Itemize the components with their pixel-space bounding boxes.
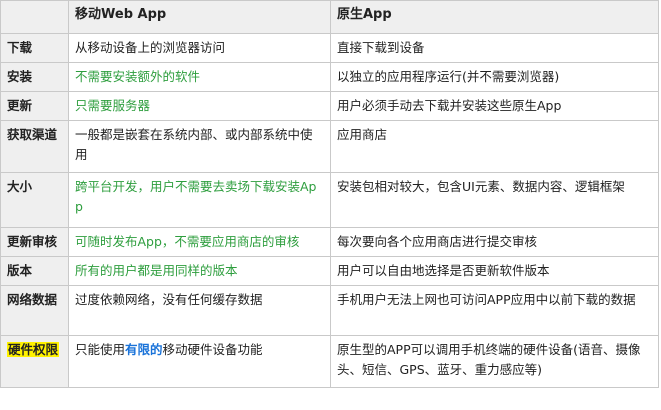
table-row: 更新审核 可随时发布App，不需要应用商店的审核 每次要向各个应用商店进行提交审… [0,227,659,257]
native-cell: 用户必须手动去下载并安装这些原生App [330,91,659,121]
native-cell: 手机用户无法上网也可访问APP应用中以前下载的数据 [330,285,659,336]
web-cell: 不需要安装额外的软件 [68,62,331,92]
row-label: 下载 [0,33,69,63]
web-cell: 只能使用有限的移动硬件设备功能 [68,335,331,388]
web-text-emphasis: 有限的 [125,342,163,357]
table-row: 更新 只需要服务器 用户必须手动去下载并安装这些原生App [0,91,659,121]
native-cell: 安装包相对较大，包含UI元素、数据内容、逻辑框架 [330,172,659,228]
row-label: 硬件权限 [0,335,69,388]
table-row: 大小 跨平台开发，用户不需要去卖场下载安装App 安装包相对较大，包含UI元素、… [0,172,659,228]
header-web-app: 移动Web App [68,0,331,34]
highlighted-row-label: 硬件权限 [7,342,60,357]
table-row: 获取渠道 一般都是嵌套在系统内部、或内部系统中使用 应用商店 [0,120,659,173]
table-row: 网络数据 过度依赖网络，没有任何缓存数据 手机用户无法上网也可访问APP应用中以… [0,285,659,336]
web-cell: 可随时发布App，不需要应用商店的审核 [68,227,331,257]
native-cell: 应用商店 [330,120,659,173]
web-cell: 跨平台开发，用户不需要去卖场下载安装App [68,172,331,228]
table-row: 下载 从移动设备上的浏览器访问 直接下载到设备 [0,33,659,63]
table-row: 硬件权限 只能使用有限的移动硬件设备功能 原生型的APP可以调用手机终端的硬件设… [0,335,659,388]
row-label: 大小 [0,172,69,228]
native-cell: 用户可以自由地选择是否更新软件版本 [330,256,659,286]
row-label: 网络数据 [0,285,69,336]
table-row: 安装 不需要安装额外的软件 以独立的应用程序运行(并不需要浏览器) [0,62,659,92]
row-label: 更新审核 [0,227,69,257]
row-label: 安装 [0,62,69,92]
row-label: 获取渠道 [0,120,69,173]
web-text-prefix: 只能使用 [75,342,126,357]
web-cell: 一般都是嵌套在系统内部、或内部系统中使用 [68,120,331,173]
native-cell: 每次要向各个应用商店进行提交审核 [330,227,659,257]
row-label: 更新 [0,91,69,121]
web-cell: 所有的用户都是用同样的版本 [68,256,331,286]
header-native-app: 原生App [330,0,659,34]
native-cell: 以独立的应用程序运行(并不需要浏览器) [330,62,659,92]
web-cell: 过度依赖网络，没有任何缓存数据 [68,285,331,336]
table-row: 版本 所有的用户都是用同样的版本 用户可以自由地选择是否更新软件版本 [0,256,659,286]
row-label: 版本 [0,256,69,286]
web-text-suffix: 移动硬件设备功能 [162,342,263,357]
header-row: 移动Web App 原生App [0,0,659,34]
native-cell: 原生型的APP可以调用手机终端的硬件设备(语音、摄像头、短信、GPS、蓝牙、重力… [330,335,659,388]
header-corner [0,0,69,34]
web-cell: 从移动设备上的浏览器访问 [68,33,331,63]
web-cell: 只需要服务器 [68,91,331,121]
native-cell: 直接下载到设备 [330,33,659,63]
comparison-table: 移动Web App 原生App 下载 从移动设备上的浏览器访问 直接下载到设备 … [0,0,659,388]
